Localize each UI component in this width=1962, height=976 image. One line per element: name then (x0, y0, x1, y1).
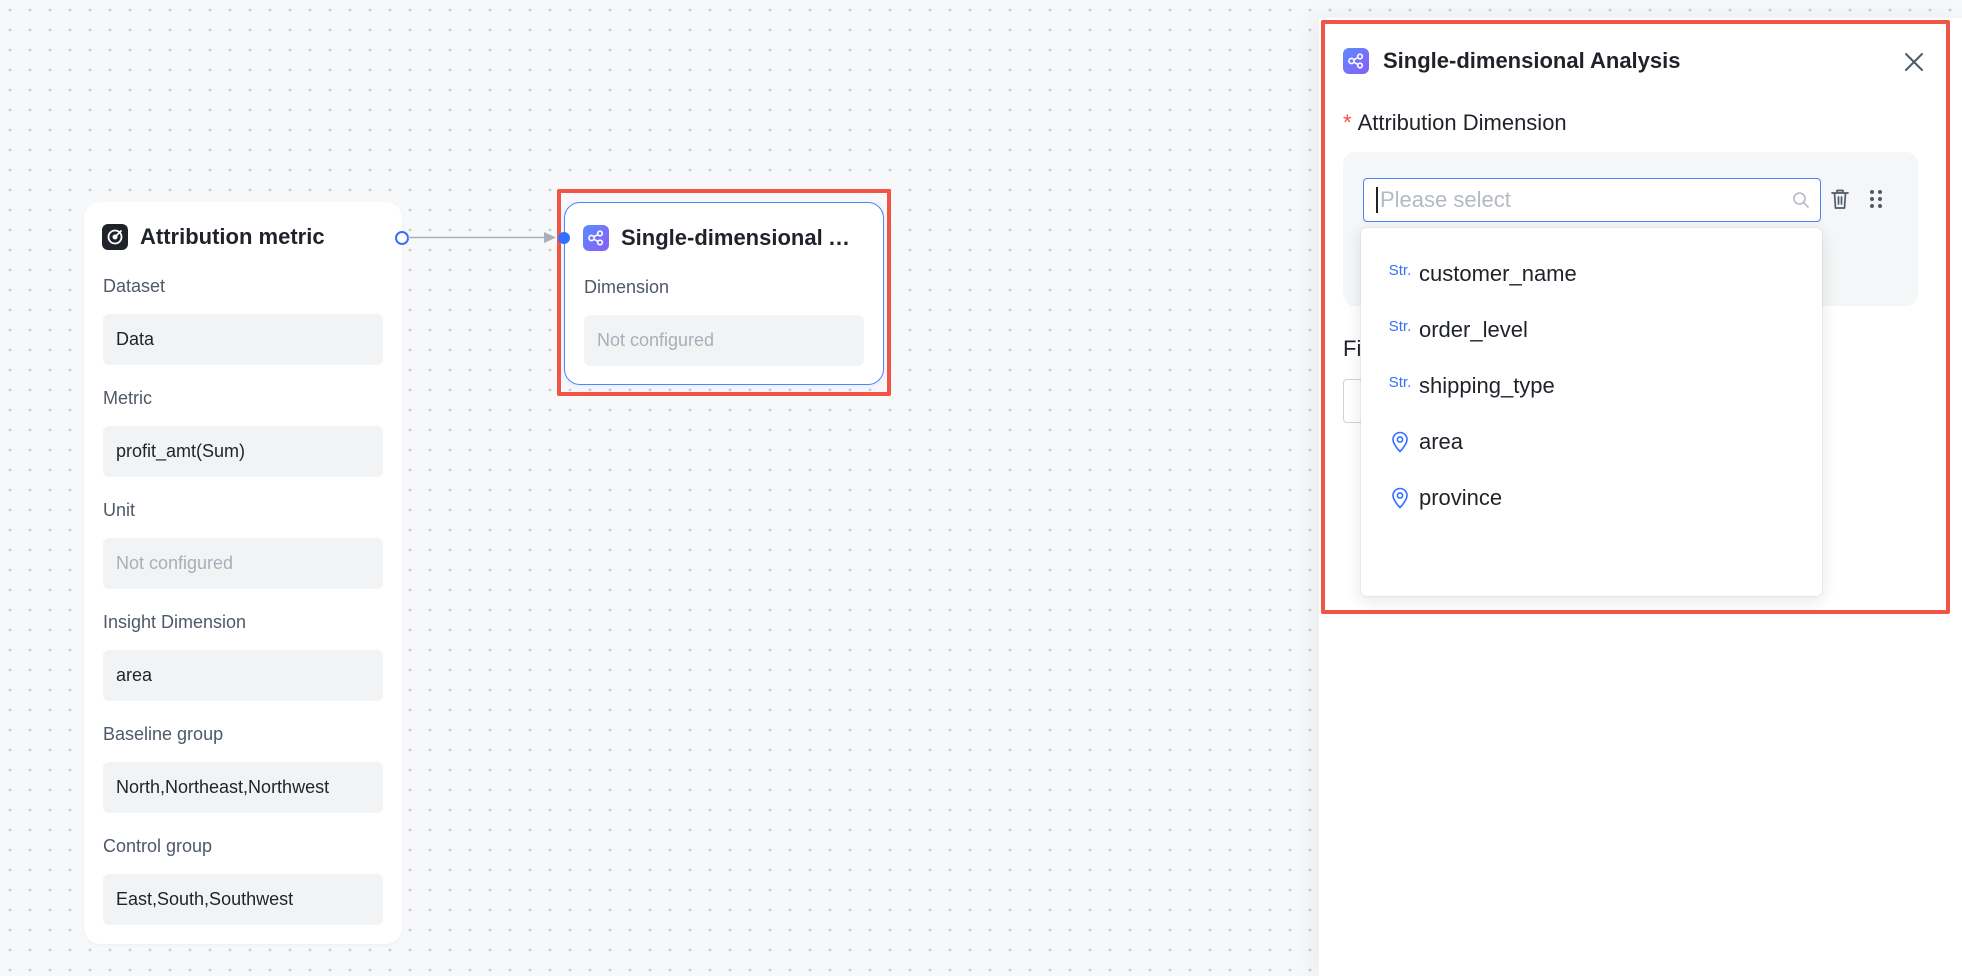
metric-value: profit_amt(Sum) (103, 426, 383, 477)
dataset-value: Data (103, 314, 383, 365)
dimension-dropdown: Str. customer_name Str. order_level Str.… (1361, 228, 1822, 596)
dropdown-option-province[interactable]: province (1361, 470, 1822, 526)
sda-node-header: Single-dimensional A... (583, 225, 861, 251)
delete-dimension-button[interactable] (1830, 188, 1850, 215)
panel-header: Single-dimensional Analysis (1343, 48, 1680, 74)
attribution-dimension-text: Attribution Dimension (1357, 110, 1567, 135)
baseline-group-label: Baseline group (103, 724, 224, 744)
panel-title: Single-dimensional Analysis (1383, 48, 1681, 73)
option-label: customer_name (1419, 261, 1577, 286)
dimension-value: Not configured (584, 315, 864, 366)
control-group-value: East,South,Southwest (103, 874, 383, 925)
unit-label: Unit (103, 500, 136, 520)
target-icon (102, 224, 128, 250)
string-type-icon: Str. (1388, 373, 1412, 391)
search-icon (1792, 191, 1810, 214)
location-pin-icon (1389, 431, 1411, 453)
option-label: order_level (1419, 317, 1528, 342)
dropdown-option-order-level[interactable]: Str. order_level (1361, 302, 1822, 358)
option-label: shipping_type (1419, 373, 1555, 398)
filter-label-partial: Fi (1343, 336, 1362, 361)
insight-dimension-value: area (103, 650, 383, 701)
location-pin-icon (1389, 487, 1411, 509)
insight-dimension-label: Insight Dimension (103, 612, 247, 632)
dropdown-option-area[interactable]: area (1361, 414, 1822, 470)
share-nodes-icon (1343, 48, 1369, 74)
attribution-metric-title: Attribution metric (140, 224, 325, 249)
share-nodes-icon (583, 225, 609, 251)
output-handle[interactable] (395, 231, 409, 245)
sda-node-title: Single-dimensional A... (621, 225, 861, 250)
close-button[interactable] (1900, 48, 1928, 76)
dimension-search-input[interactable] (1376, 187, 1776, 213)
connection-edge (408, 232, 556, 243)
attribution-metric-node[interactable]: Attribution metric Dataset Data Metric p… (84, 202, 402, 944)
string-type-icon: Str. (1388, 317, 1412, 335)
option-label: province (1419, 485, 1503, 510)
dimension-label: Dimension (584, 277, 670, 297)
trash-icon[interactable] (1830, 188, 1850, 210)
drag-handle[interactable] (1868, 188, 1884, 215)
dropdown-option-shipping-type[interactable]: Str. shipping_type (1361, 358, 1822, 414)
attribution-dimension-label: * Attribution Dimension (1343, 110, 1567, 136)
drag-handle-icon[interactable] (1868, 188, 1884, 210)
required-asterisk: * (1343, 110, 1352, 135)
control-group-label: Control group (103, 836, 213, 856)
dimension-search-field[interactable] (1363, 178, 1821, 222)
dropdown-option-customer-name[interactable]: Str. customer_name (1361, 246, 1822, 302)
input-handle[interactable] (558, 232, 570, 244)
dataset-label: Dataset (103, 276, 166, 296)
string-type-icon: Str. (1388, 261, 1412, 279)
option-label: area (1419, 429, 1464, 454)
close-icon[interactable] (1904, 52, 1924, 72)
single-dimensional-analysis-node[interactable]: Single-dimensional A... Dimension Not co… (564, 202, 884, 385)
attribution-metric-header: Attribution metric (102, 224, 325, 250)
unit-value: Not configured (103, 538, 383, 589)
baseline-group-value: North,Northeast,Northwest (103, 762, 383, 813)
metric-label: Metric (103, 388, 152, 408)
